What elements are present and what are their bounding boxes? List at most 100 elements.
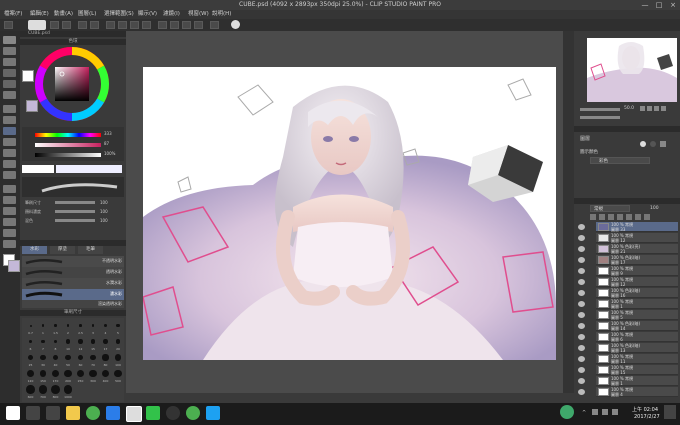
navigator-preview[interactable] [587,38,677,102]
line-icon[interactable] [146,406,160,420]
frame-tool-icon[interactable] [3,218,16,226]
lock-icon[interactable] [608,214,614,220]
reference-icon[interactable] [635,214,641,220]
layer-row[interactable]: 100 % 色彩(暗) 圖層 13 [596,343,678,353]
clip-icon[interactable] [626,214,632,220]
saturation-slider[interactable] [35,143,101,147]
menu-animation[interactable]: 動畫(A) [54,10,73,19]
layer-visibility-eye-icon[interactable] [578,268,585,274]
save-icon[interactable] [62,21,71,29]
canvas-tab[interactable]: CUBE.psd [20,31,126,37]
layer-row[interactable]: 100 % 常規 圖層 6 [596,332,678,342]
layer-row[interactable]: 100 % 常規 圖層 12 [596,233,678,243]
brush-size-cell[interactable]: 70 [88,352,99,367]
maximize-button[interactable]: □ [652,0,666,10]
menu-selection[interactable]: 選擇範圍(S) [104,10,134,19]
layer-row[interactable]: 100 % 常規 圖層 15 [596,365,678,375]
layer-visibility-eye-icon[interactable] [578,301,585,307]
ruler-tool-icon[interactable] [3,229,16,237]
pencil-tool-icon[interactable] [3,116,16,124]
eye-icon[interactable] [28,20,46,30]
menu-window[interactable]: 視窗(W) [188,10,209,19]
layer-visibility-eye-icon[interactable] [578,323,585,329]
help-icon[interactable] [231,20,240,29]
lasso-tool-icon[interactable] [3,69,16,77]
brush-blend-slider[interactable] [55,219,95,222]
new-layer-icon[interactable] [590,214,596,220]
airbrush-icon[interactable] [3,138,16,146]
tab-thick-paint[interactable]: 厚塗 [50,246,75,254]
brush-size-cell[interactable]: 10 [63,336,74,351]
brush-size-cell[interactable]: 30 [38,352,49,367]
open-icon[interactable] [50,21,59,29]
zoom-out-icon[interactable] [647,106,652,111]
brush-size-cell[interactable]: 60 [75,352,86,367]
layer-visibility-eye-icon[interactable] [578,224,585,230]
canvas-scrollbar[interactable] [563,31,574,393]
main-color-chip[interactable] [22,70,34,82]
decoration-icon[interactable] [3,149,16,157]
brush-density-slider[interactable] [55,210,95,213]
brightness-slider[interactable] [35,153,101,157]
menu-edit[interactable]: 編輯(E) [30,10,49,19]
new-file-icon[interactable] [4,21,13,29]
blend-mode-select[interactable]: 常規 [590,205,630,212]
invert-selection-icon[interactable] [182,21,191,29]
brush-size-cell[interactable]: 120 [25,368,36,383]
tray-arrow-icon[interactable]: ^ [582,410,586,416]
settings-icon[interactable] [210,21,219,29]
layer-visibility-eye-icon[interactable] [578,356,585,362]
color-wheel[interactable] [34,46,110,122]
search-icon[interactable] [26,406,40,420]
list-item[interactable]: 不透明水彩 [22,256,124,267]
redo-icon[interactable] [90,21,99,29]
text-tool-icon[interactable] [3,240,16,248]
ime-icon[interactable] [612,409,618,415]
sub-color-chip[interactable] [26,100,38,112]
copy-icon[interactable] [130,21,139,29]
list-item[interactable]: 濃水彩 [22,289,124,300]
brush-size-cell[interactable]: 250 [75,368,86,383]
delete-layer-icon[interactable] [644,214,650,220]
minimize-button[interactable]: — [638,0,652,10]
list-item[interactable]: 渲染透明水彩 [22,300,124,308]
clear-icon[interactable] [106,21,115,29]
explorer-icon[interactable] [66,406,80,420]
fit-icon[interactable] [654,106,659,111]
brush-size-cell[interactable]: 3 [88,320,99,335]
layer-row[interactable]: 100 % 常規 圖層 1 [596,299,678,309]
zoom-in-icon[interactable] [640,106,645,111]
layer-row[interactable]: 100 % 色彩(暗) 圖層 14 [596,321,678,331]
layer-row[interactable]: 100 % 常規 圖層 12 [596,277,678,287]
layer-visibility-eye-icon[interactable] [578,235,585,241]
layer-row[interactable]: 100 % 常規 圖層 9 [596,266,678,276]
deselect-icon[interactable] [170,21,179,29]
media-icon[interactable] [186,406,200,420]
layer-row[interactable]: 100 % 色彩(亮) 圖層 21 [596,244,678,254]
layer-visibility-eye-icon[interactable] [578,246,585,252]
layer-visibility-eye-icon[interactable] [578,378,585,384]
brush-size-cell[interactable]: 600 [25,384,36,399]
magic-wand-icon[interactable] [3,80,16,88]
brush-size-cell[interactable]: 80 [100,352,111,367]
new-folder-icon[interactable] [599,214,605,220]
brush-size-cell[interactable]: 7 [38,336,49,351]
flip-icon[interactable] [661,106,666,111]
layer-row[interactable]: 100 % 常規 圖層 4 [596,387,678,397]
zoom-tool-icon[interactable] [3,36,16,44]
volume-icon[interactable] [602,409,608,415]
effect-color-icon[interactable] [660,141,666,147]
hue-slider[interactable] [35,133,101,137]
clip-studio-icon[interactable] [126,406,142,422]
mask-icon[interactable] [617,214,623,220]
chrome-icon[interactable] [86,406,100,420]
brush-size-cell[interactable]: 500 [113,368,124,383]
brush-size-cell[interactable]: 400 [100,368,111,383]
menu-view[interactable]: 顯示(V) [138,10,157,19]
ruler-icon[interactable] [194,21,203,29]
edge-icon[interactable] [106,406,120,420]
twitter-icon[interactable] [206,406,220,420]
layer-visibility-eye-icon[interactable] [578,257,585,263]
navigator-zoom-slider[interactable] [580,108,620,111]
layer-visibility-eye-icon[interactable] [578,334,585,340]
